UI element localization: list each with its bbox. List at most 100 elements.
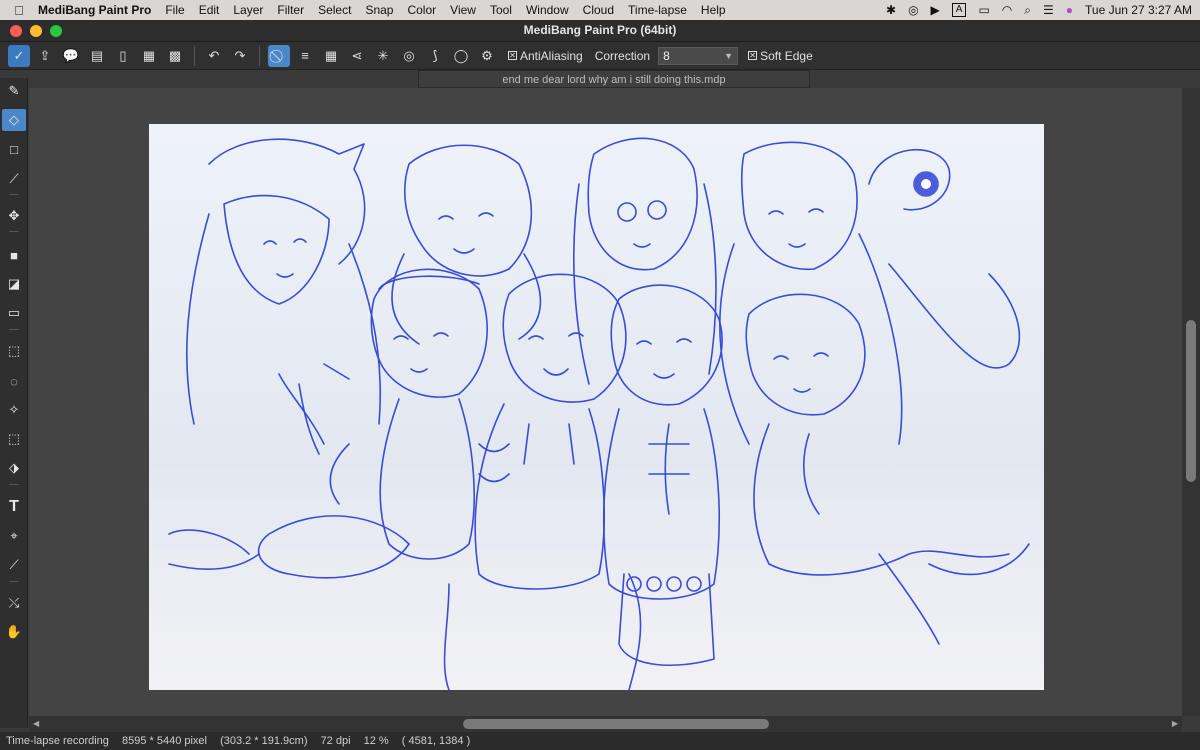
soft-edge-label: Soft Edge [760,48,813,63]
status-bar: Time-lapse recording 8595 * 5440 pixel (… [0,732,1200,750]
menu-tool[interactable]: Tool [490,3,512,17]
menu-snap[interactable]: Snap [365,3,393,17]
menu-help[interactable]: Help [701,3,726,17]
siri-icon[interactable]: ● [1066,0,1073,20]
status-pixel-size: 8595 * 5440 pixel [121,735,207,747]
select-pen-tool-icon[interactable]: ⬚ [2,428,26,450]
tool-divider [9,484,19,485]
horizontal-scroll-thumb[interactable] [463,719,769,729]
select-eraser-tool-icon[interactable]: ⬗ [2,457,26,479]
play-icon[interactable]: ▶ [931,0,940,20]
canvas-area[interactable] [29,88,1182,716]
cloud-save-icon[interactable]: ✓ [8,44,30,67]
toolbar-separator [194,45,195,66]
speech-bubble-icon[interactable]: 💬 [60,45,82,67]
control-center-icon[interactable]: ☰ [1043,0,1054,20]
shape-tool-icon[interactable]: ■ [2,244,26,266]
tool-divider [9,231,19,232]
correction-value: 8 [663,48,670,63]
battery-icon[interactable]: ▭ [978,0,989,20]
antialiasing-label: AntiAliasing [520,48,583,63]
main-toolbar: ✓ ⇪ 💬 ▤ ▯ ▦ ▩ ↶ ↷ ⃠ ≡ ▦ ⋖ ✳ ◎ ⟆ ◯ ⚙ ✕ An… [0,42,1200,70]
dot-tool-icon[interactable]: □ [2,138,26,160]
menubar-clock[interactable]: Tue Jun 27 3:27 AM [1085,3,1192,17]
menu-window[interactable]: Window [526,3,569,17]
status-cm-size: (303.2 * 191.9cm) [220,735,308,747]
tool-divider [9,194,19,195]
menu-cloud[interactable]: Cloud [583,3,614,17]
grid-icon[interactable]: ▩ [164,45,186,67]
apple-icon[interactable]:  [0,3,38,18]
soft-edge-checkbox[interactable]: ✕ Soft Edge [748,49,813,63]
panel-layout-icon[interactable]: ▦ [138,45,160,67]
status-dpi: 72 dpi [320,735,351,747]
page-icon[interactable]: ▯ [112,45,134,67]
perspective-snap-icon[interactable]: ⋖ [346,45,368,67]
operation-tool-icon[interactable]: ⌖ [2,525,26,547]
magic-wand-tool-icon[interactable]: ✧ [2,399,26,421]
menu-time-lapse[interactable]: Time-lapse [628,3,687,17]
menu-app-name[interactable]: MediBang Paint Pro [38,3,151,17]
curve-snap-icon[interactable]: ⟆ [424,45,446,67]
divide-tool-icon[interactable]: ⟋ [2,554,26,576]
tool-divider [9,581,19,582]
hand-tool-icon[interactable]: ✋ [2,621,26,643]
bucket-tool-icon[interactable]: ◪ [2,273,26,295]
soft-edge-check-icon: ✕ [748,50,758,60]
menu-file[interactable]: File [165,3,184,17]
eyedropper-tool-icon[interactable]: ⤯ [2,592,26,614]
eraser-tool-icon[interactable]: ◇ [2,109,26,131]
scroll-right-icon[interactable]: ▶ [1172,719,1178,728]
brush-tool-icon[interactable]: ✎ [2,80,26,102]
horizontal-scrollbar[interactable]: ◀ ▶ [29,716,1182,732]
correction-select[interactable]: 8 ▼ [658,46,739,65]
parallel-snap-icon[interactable]: ≡ [294,45,316,67]
menu-layer[interactable]: Layer [233,3,263,17]
share-icon[interactable]: ⇪ [34,45,56,67]
snap-off-icon[interactable]: ⃠ [268,44,290,67]
search-icon[interactable]: ⌕ [1024,0,1031,20]
redo-icon[interactable]: ↷ [229,45,251,67]
bluetooth-icon[interactable]: ✱ [886,0,896,20]
snap-settings-icon[interactable]: ⚙ [476,45,498,67]
correction-label: Correction [594,48,651,63]
circle-snap-icon[interactable]: ◯ [450,45,472,67]
window-title: MediBang Paint Pro (64bit) [523,23,677,37]
menu-edit[interactable]: Edit [199,3,220,17]
gradient-tool-icon[interactable]: ▭ [2,302,26,324]
menu-view[interactable]: View [450,3,476,17]
scroll-left-icon[interactable]: ◀ [33,719,39,728]
chevron-down-icon: ▼ [724,50,734,61]
window-titlebar: MediBang Paint Pro (64bit) [0,20,1200,42]
vertical-scroll-thumb[interactable] [1186,320,1196,482]
toolbar-separator [259,45,260,66]
mac-menubar:  MediBang Paint Pro File Edit Layer Fil… [0,0,1200,20]
lasso-tool-icon[interactable]: ◌ [2,370,26,392]
text-tool-icon[interactable]: T [2,496,26,518]
antialiasing-check-icon: ✕ [508,50,517,60]
grid-snap-icon[interactable]: ▦ [320,45,342,67]
tool-panel: ✎ ◇ □ ⟋ ✥ ■ ◪ ▭ ⬚ ◌ ✧ ⬚ ⬗ T ⌖ ⟋ ⤯ ✋ [0,78,28,728]
blur-tool-icon[interactable]: ⟋ [2,168,26,190]
document-tab[interactable]: end me dear lord why am i still doing th… [418,70,810,88]
comment-icon[interactable]: ▤ [86,45,108,67]
menu-filter[interactable]: Filter [277,3,304,17]
menu-select[interactable]: Select [318,3,351,17]
wifi-icon[interactable]: ◠ [1002,0,1012,20]
sketch-artwork [149,124,1044,690]
airdrop-icon[interactable]: ◎ [908,0,918,20]
status-cursor-position: ( 4581, 1384 ) [401,735,471,747]
vertical-scrollbar[interactable] [1182,88,1200,716]
concentric-snap-icon[interactable]: ◎ [398,45,420,67]
antialiasing-checkbox[interactable]: ✕ AntiAliasing [508,49,583,63]
status-recording: Time-lapse recording [6,735,109,747]
move-tool-icon[interactable]: ✥ [2,205,26,227]
input-source-icon[interactable]: A [951,3,967,17]
undo-icon[interactable]: ↶ [203,45,225,67]
menubar-status-area: ✱ ◎ ▶ A ▭ ◠ ⌕ ☰ ● Tue Jun 27 3:27 AM [886,0,1192,20]
drawing-canvas[interactable] [149,124,1044,690]
radial-snap-icon[interactable]: ✳ [372,45,394,67]
menu-color[interactable]: Color [407,3,436,17]
select-tool-icon[interactable]: ⬚ [2,340,26,362]
tool-divider [9,329,19,330]
